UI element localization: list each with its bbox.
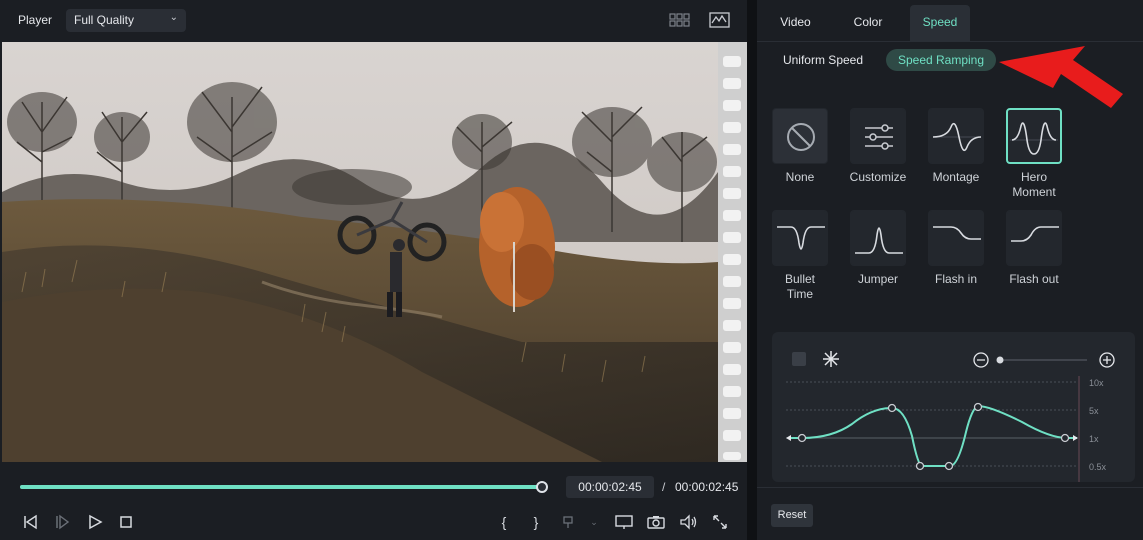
freeze-frame-snowflake-icon [823,351,839,367]
preset-montage[interactable]: Montage [921,108,991,185]
video-preview[interactable] [2,42,718,462]
panel-footer: Reset [757,487,1143,540]
preset-label: Hero Moment [1012,170,1056,199]
preset-jumper-tile [850,210,906,266]
preset-label: None [785,170,815,184]
preset-none[interactable]: None [765,108,835,185]
film-strip [718,42,747,462]
player-toolbar: Player Full Quality ⌄ [0,0,747,42]
quality-value: Full Quality [74,13,135,27]
uniform-speed-button[interactable]: Uniform Speed [771,49,875,71]
annotation-arrow-icon [999,46,1123,108]
chevron-down-icon: ⌄ [169,12,178,23]
mark-out-button[interactable]: } [526,512,546,532]
preset-montage-tile [928,108,984,164]
insert-icon[interactable] [560,512,580,532]
playhead-knob[interactable] [536,481,548,493]
preset-bullet-time[interactable]: Bullet Time [765,210,835,302]
quality-dropdown[interactable]: Full Quality ⌄ [66,9,186,32]
preset-label: Flash out [1009,272,1059,286]
curve-start-handle [786,435,791,441]
snapshot-camera-icon[interactable] [646,512,666,532]
preset-label: Montage [932,170,980,184]
speed-curve-editor[interactable]: 10x 5x 1x 0.5x [772,332,1135,482]
zoom-out-icon [973,352,989,368]
checkbox-icon [792,352,806,366]
curve-point [887,403,897,413]
zoom-slider-knob [996,356,1004,364]
zoom-in-icon [1099,352,1115,368]
preset-bullet-time-tile [772,210,828,266]
preset-flash-in-tile [928,210,984,266]
preset-none-tile [772,108,828,164]
preset-hero-moment-tile [1006,108,1062,164]
preset-flash-in[interactable]: Flash in [921,210,991,287]
waveform-monitor-icon[interactable] [709,12,731,28]
preset-customize[interactable]: Customize [843,108,913,185]
display-icon[interactable] [614,512,634,532]
preset-label: Flash in [934,272,978,286]
grid-view-icon[interactable] [669,12,691,28]
curve-point [797,433,807,443]
curve-point [973,402,983,412]
y-label-0.5x: 0.5x [1089,462,1107,472]
preset-flash-out-tile [1006,210,1062,266]
speed-curve-line [788,404,1077,467]
preset-label: Jumper [857,272,898,286]
fullscreen-icon[interactable] [710,512,730,532]
preset-customize-tile [850,108,906,164]
step-forward-icon[interactable] [52,512,72,532]
preset-hero-moment[interactable]: Hero Moment [999,108,1069,200]
curve-end-handle [1073,435,1078,441]
player-label: Player [18,13,53,27]
curve-point [944,461,954,471]
reset-button[interactable]: Reset [771,504,813,527]
y-label-10x: 10x [1089,378,1104,388]
preset-jumper[interactable]: Jumper [843,210,913,287]
insert-chevron-icon[interactable]: ⌄ [584,512,604,532]
player-panel: Player Full Quality ⌄ 00:00:02:45 / 00:0… [0,0,747,540]
y-label-1x: 1x [1089,434,1099,444]
tab-speed[interactable]: Speed [910,5,970,42]
panel-tabs: Video Color Speed [757,0,1143,42]
tab-color[interactable]: Color [835,5,901,42]
y-label-5x: 5x [1089,406,1099,416]
volume-icon[interactable] [678,512,698,532]
stop-icon[interactable] [116,512,136,532]
preset-label: Customize [849,170,907,184]
curve-point [915,461,925,471]
current-time-field[interactable]: 00:00:02:45 [566,476,654,498]
progress-fill [20,485,542,489]
preset-label: Bullet Time [784,272,816,301]
speed-ramping-button[interactable]: Speed Ramping [886,49,996,71]
step-back-icon[interactable] [20,512,40,532]
preset-flash-out[interactable]: Flash out [999,210,1069,287]
play-icon[interactable] [85,512,105,532]
curve-point [1060,433,1070,443]
time-separator: / [662,480,666,494]
total-time: 00:00:02:45 [675,480,739,494]
mark-in-button[interactable]: { [494,512,514,532]
tab-video[interactable]: Video [762,5,829,42]
